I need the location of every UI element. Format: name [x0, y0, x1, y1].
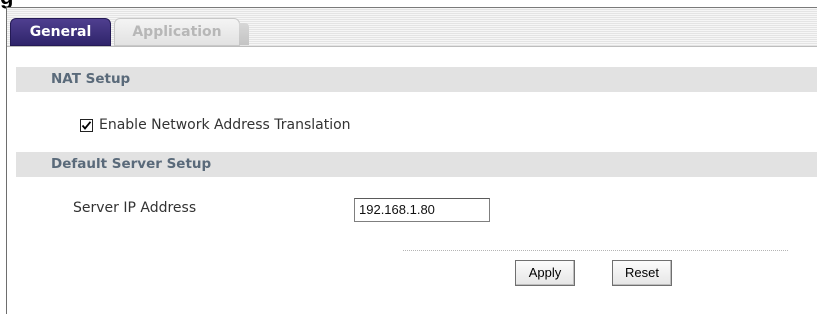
- actions-divider: [403, 250, 788, 251]
- frame-left-border: [6, 7, 7, 314]
- nat-enable-label: Enable Network Address Translation: [99, 117, 351, 133]
- tab-application[interactable]: Application: [114, 18, 249, 46]
- tab-strip: General Application: [7, 8, 817, 47]
- nat-enable-row: Enable Network Address Translation: [80, 116, 351, 134]
- apply-button[interactable]: Apply: [515, 260, 575, 286]
- reset-button[interactable]: Reset: [612, 260, 672, 286]
- server-ip-label: Server IP Address: [73, 200, 197, 216]
- nat-setup-header: NAT Setup: [16, 67, 817, 92]
- server-ip-input[interactable]: 192.168.1.80: [354, 198, 490, 222]
- checkmark-icon: [81, 120, 92, 130]
- nat-enable-checkbox[interactable]: [80, 118, 93, 132]
- tab-general[interactable]: General: [10, 18, 111, 46]
- default-server-header: Default Server Setup: [16, 152, 817, 177]
